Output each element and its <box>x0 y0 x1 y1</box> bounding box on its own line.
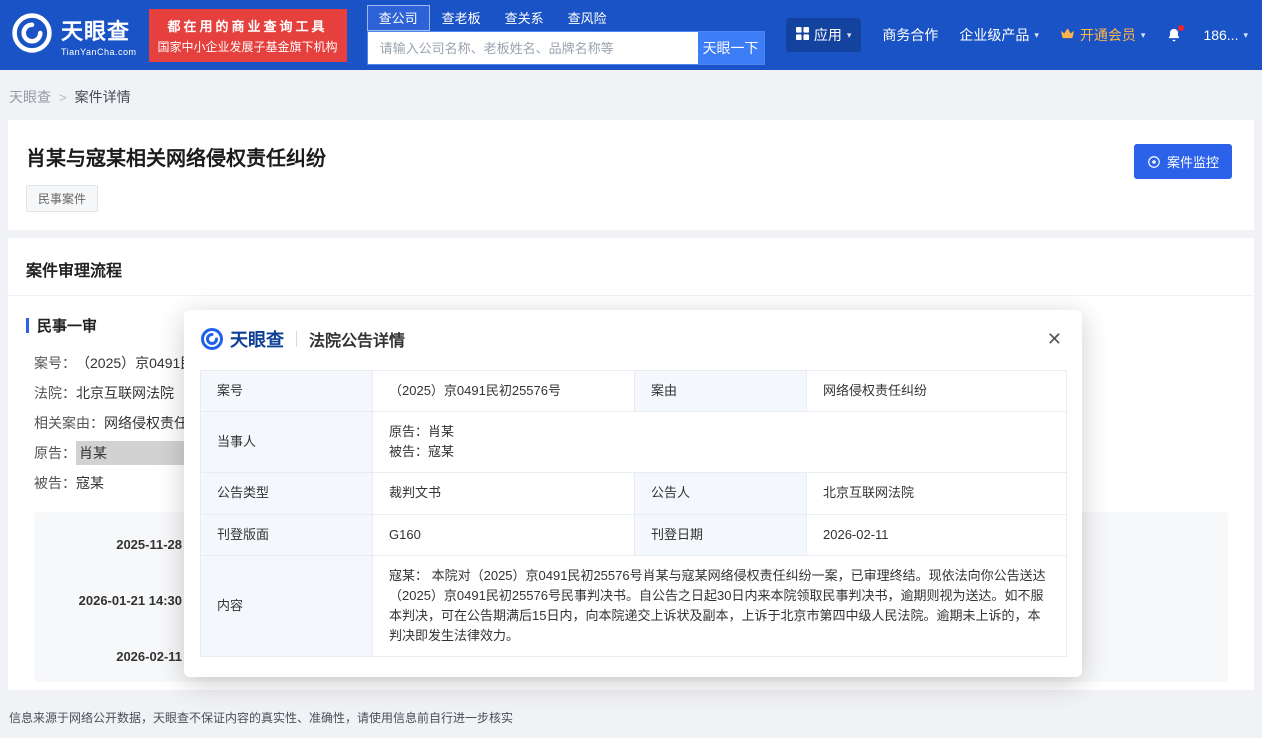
modal-logo-name: 天眼查 <box>230 326 284 352</box>
case-monitor-button[interactable]: 案件监控 <box>1134 144 1232 179</box>
table-row: 当事人 原告：肖某 被告：寇某 <box>201 412 1067 473</box>
tianyancha-eye-icon <box>10 11 54 60</box>
divider <box>296 331 297 347</box>
cell-value: G160 <box>373 514 635 555</box>
footer-disclaimer: 信息来源于网络公开数据，天眼查不保证内容的真实性、准确性，请使用信息前自行进一步… <box>9 709 513 726</box>
close-icon[interactable]: ✕ <box>1047 330 1062 348</box>
logo-domain: TianYanCha.com <box>61 47 137 57</box>
apps-grid-icon <box>796 27 809 43</box>
table-row: 案号 （2025）京0491民初25576号 案由 网络侵权责任纠纷 <box>201 371 1067 412</box>
promo-badge-line2: 国家中小企业发展子基金旗下机构 <box>158 38 338 55</box>
cell-value: 北京互联网法院 <box>807 473 1067 514</box>
page-title: 肖某与寇某相关网络侵权责任纠纷 <box>26 142 1236 171</box>
modal-title: 法院公告详情 <box>309 327 405 351</box>
stage-accent-bar <box>26 318 29 333</box>
plaintiff-highlight[interactable]: 肖某 <box>76 441 194 465</box>
monitor-button-label: 案件监控 <box>1167 152 1219 171</box>
breadcrumb: 天眼查 > 案件详情 <box>0 70 1262 120</box>
logo-name: 天眼查 <box>61 14 137 46</box>
case-type-tag: 民事案件 <box>26 185 98 212</box>
table-row: 公告类型 裁判文书 公告人 北京互联网法院 <box>201 473 1067 514</box>
search-tab-risk[interactable]: 查风险 <box>556 5 619 31</box>
nav-enterprise-label: 企业级产品 <box>959 25 1029 45</box>
cell-label: 当事人 <box>201 412 373 473</box>
nav-open-vip[interactable]: 开通会员 ▾ <box>1060 25 1146 45</box>
field-label: 相关案由： <box>34 413 104 433</box>
chevron-down-icon: ▾ <box>847 30 852 41</box>
nav-vip-label: 开通会员 <box>1080 25 1136 45</box>
search-tab-relation[interactable]: 查关系 <box>493 5 556 31</box>
cell-value: （2025）京0491民初25576号 <box>373 371 635 412</box>
nav-business-label: 商务合作 <box>882 25 938 45</box>
field-label: 被告： <box>34 473 76 493</box>
timeline-date: 2026-02-11 <box>34 649 182 664</box>
search-input[interactable] <box>368 32 698 64</box>
search-button[interactable]: 天眼一下 <box>698 32 764 64</box>
tianyancha-eye-icon <box>200 327 224 351</box>
promo-badge-line1: 都在用的商业查询工具 <box>158 16 338 35</box>
chevron-down-icon: ▾ <box>1141 30 1146 41</box>
timeline-date: 2026-01-21 14:30 <box>34 593 182 608</box>
header-search: 查公司 查老板 查关系 查风险 天眼一下 <box>367 5 765 65</box>
notification-bell-icon[interactable] <box>1166 27 1182 44</box>
cell-value: 网络侵权责任纠纷 <box>807 371 1067 412</box>
search-tab-boss[interactable]: 查老板 <box>430 5 493 31</box>
chevron-down-icon: ▾ <box>1243 30 1248 41</box>
table-row: 刊登版面 G160 刊登日期 2026-02-11 <box>201 514 1067 555</box>
field-label: 案号： <box>34 353 76 373</box>
chevron-down-icon: ▾ <box>1034 30 1039 41</box>
breadcrumb-current: 案件详情 <box>75 87 131 107</box>
nav-apps-label: 应用 <box>814 25 842 45</box>
nav-account-label: 186... <box>1203 27 1238 43</box>
breadcrumb-home[interactable]: 天眼查 <box>9 87 51 107</box>
cell-value: 2026-02-11 <box>807 514 1067 555</box>
party-defendant: 被告：寇某 <box>389 442 1050 462</box>
field-label: 原告： <box>34 443 76 463</box>
top-header: 天眼查 TianYanCha.com 都在用的商业查询工具 国家中小企业发展子基… <box>0 0 1262 70</box>
cell-value: 原告：肖某 被告：寇某 <box>373 412 1067 473</box>
field-value[interactable]: 寇某 <box>76 473 104 493</box>
crown-icon <box>1060 27 1075 43</box>
court-announcement-modal: 天眼查 法院公告详情 ✕ 案号 （2025）京0491民初25576号 案由 网… <box>184 310 1082 677</box>
cell-label: 内容 <box>201 555 373 657</box>
promo-badge: 都在用的商业查询工具 国家中小企业发展子基金旗下机构 <box>149 9 347 62</box>
cell-label: 刊登日期 <box>635 514 807 555</box>
announcement-content: 寇某： 本院对（2025）京0491民初25576号肖某与寇某网络侵权责任纠纷一… <box>373 555 1067 657</box>
header-nav: 应用 ▾ 商务合作 企业级产品 ▾ 开通会员 ▾ 1 <box>786 18 1248 52</box>
search-tabs: 查公司 查老板 查关系 查风险 <box>367 5 765 31</box>
nav-business-cooperation[interactable]: 商务合作 <box>882 25 938 45</box>
search-tab-company[interactable]: 查公司 <box>367 5 430 31</box>
timeline-date: 2025-11-28 <box>34 537 182 552</box>
cell-label: 公告类型 <box>201 473 373 514</box>
monitor-icon <box>1147 155 1161 169</box>
breadcrumb-separator: > <box>59 90 67 105</box>
notification-dot <box>1178 25 1184 31</box>
nav-account-phone[interactable]: 186... ▾ <box>1203 27 1248 43</box>
cell-label: 案号 <box>201 371 373 412</box>
nav-apps[interactable]: 应用 ▾ <box>786 18 862 52</box>
cell-label: 刊登版面 <box>201 514 373 555</box>
case-header-card: 肖某与寇某相关网络侵权责任纠纷 民事案件 案件监控 <box>8 120 1254 230</box>
cell-label: 案由 <box>635 371 807 412</box>
tianyancha-logo[interactable]: 天眼查 TianYanCha.com <box>10 11 137 60</box>
section-title: 案件审理流程 <box>8 238 1254 296</box>
stage-title: 民事一审 <box>37 315 97 336</box>
modal-tianyancha-logo: 天眼查 <box>200 326 284 352</box>
nav-enterprise-products[interactable]: 企业级产品 ▾ <box>959 25 1039 45</box>
party-plaintiff: 原告：肖某 <box>389 422 1050 442</box>
cell-label: 公告人 <box>635 473 807 514</box>
table-row: 内容 寇某： 本院对（2025）京0491民初25576号肖某与寇某网络侵权责任… <box>201 555 1067 657</box>
modal-header: 天眼查 法院公告详情 ✕ <box>184 310 1082 368</box>
field-value[interactable]: 北京互联网法院 <box>76 383 174 403</box>
announcement-table: 案号 （2025）京0491民初25576号 案由 网络侵权责任纠纷 当事人 原… <box>200 370 1067 657</box>
field-label: 法院： <box>34 383 76 403</box>
cell-value: 裁判文书 <box>373 473 635 514</box>
